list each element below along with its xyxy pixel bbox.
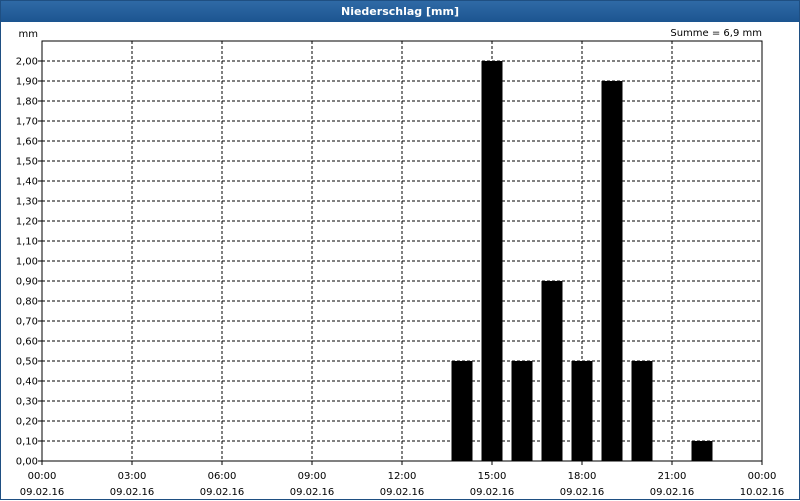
x-tick-time: 06:00 (208, 471, 237, 482)
bar (601, 81, 623, 461)
y-tick-label: 0,30 (16, 397, 38, 408)
y-tick-label: 2,00 (16, 57, 38, 68)
x-tick-date: 09.02.16 (380, 487, 425, 498)
bar (571, 361, 593, 461)
x-tick-date: 09.02.16 (470, 487, 515, 498)
y-axis-label: mm (19, 29, 38, 40)
bar (541, 281, 563, 461)
x-tick-date: 09.02.16 (290, 487, 335, 498)
y-tick-label: 0,10 (16, 437, 38, 448)
y-tick-label: 0,20 (16, 417, 38, 428)
y-tick-label: 0,50 (16, 357, 38, 368)
y-tick-label: 0,40 (16, 377, 38, 388)
sum-annotation: Summe = 6,9 mm (670, 28, 762, 39)
x-tick-time: 15:00 (478, 471, 507, 482)
y-tick-label: 0,70 (16, 317, 38, 328)
bar (631, 361, 653, 461)
bar (691, 441, 713, 461)
bar (451, 361, 473, 461)
chart-canvas: 0,00 0,10 0,20 0,30 0,40 0,50 0,60 0,70 0,80 0,90… (16, 28, 785, 498)
y-tick-label: 1,40 (16, 177, 38, 188)
x-tick-date: 09.02.16 (650, 487, 695, 498)
y-tick-label: 0,60 (16, 337, 38, 348)
y-tick-label: 0,00 (16, 457, 38, 468)
y-tick-label: 0,90 (16, 277, 38, 288)
x-tick-time: 00:00 (748, 471, 777, 482)
y-tick-label: 1,00 (16, 257, 38, 268)
x-tick-date: 09.02.16 (20, 487, 65, 498)
y-tick-label: 1,60 (16, 137, 38, 148)
y-tick-label: 1,50 (16, 157, 38, 168)
x-tick-date: 09.02.16 (560, 487, 605, 498)
chart-window: Niederschlag [mm] 0,00 0,10 0,20 0,30 0,40 0,… (0, 0, 800, 500)
x-tick-date: 09.02.16 (110, 487, 155, 498)
x-tick-time: 21:00 (658, 471, 687, 482)
y-tick-label: 1,30 (16, 197, 38, 208)
y-tick-label: 1,10 (16, 237, 38, 248)
y-tick-label: 1,70 (16, 117, 38, 128)
x-tick-date: 10.02.16 (740, 487, 785, 498)
bar (481, 61, 503, 461)
x-tick-time: 12:00 (388, 471, 417, 482)
x-tick-time: 18:00 (568, 471, 597, 482)
x-tick-time: 09:00 (298, 471, 327, 482)
y-tick-label: 1,80 (16, 97, 38, 108)
y-tick-label: 1,20 (16, 217, 38, 228)
bar (511, 361, 533, 461)
x-tick-time: 03:00 (118, 471, 147, 482)
x-tick-time: 00:00 (28, 471, 57, 482)
y-tick-label: 0,80 (16, 297, 38, 308)
y-tick-label: 1,90 (16, 77, 38, 88)
x-tick-date: 09.02.16 (200, 487, 245, 498)
